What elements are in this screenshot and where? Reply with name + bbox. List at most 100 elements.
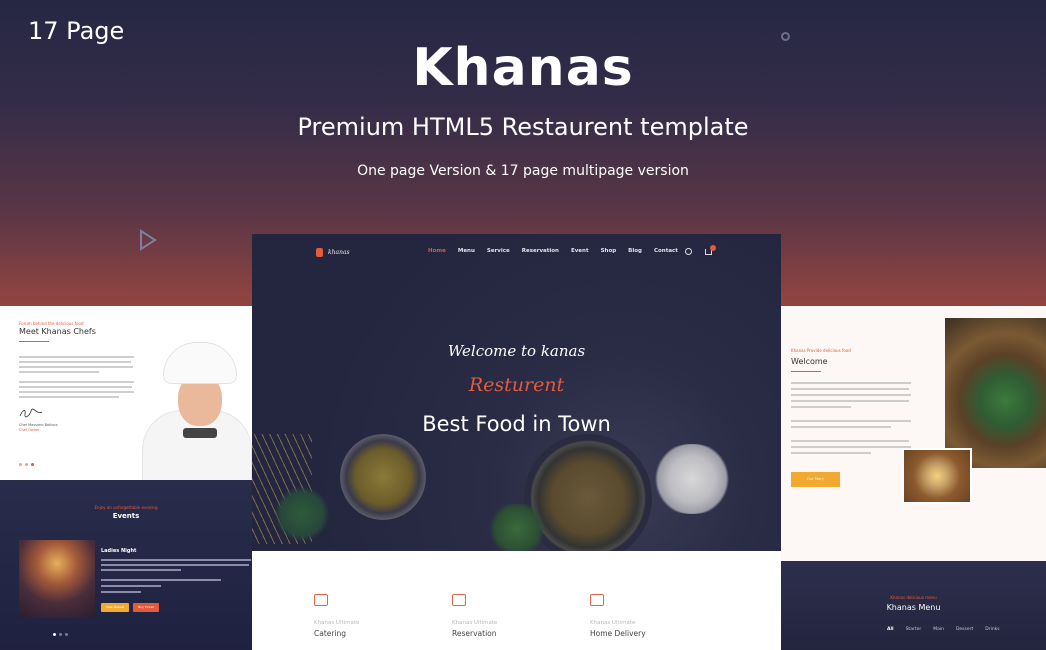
text-line [791, 394, 911, 396]
feature-home-delivery: Khanas Ultimate Home Delivery [590, 594, 690, 638]
menu-tab-drinks[interactable]: Drinks [985, 627, 999, 632]
feature-kicker: Khanas Ultimate [590, 620, 636, 626]
text-line [101, 569, 181, 571]
chefs-preview: Forum behind the delicious food Meet Kha… [0, 306, 252, 480]
nav-item-shop[interactable]: Shop [601, 248, 617, 254]
our-story-button[interactable]: Our Story [791, 472, 840, 487]
text-line [791, 388, 909, 390]
text-line [101, 585, 161, 587]
text-line [791, 382, 911, 384]
menu-title: Khanas Menu [886, 603, 941, 612]
nav-item-contact[interactable]: Contact [654, 248, 678, 254]
menu-tab-main[interactable]: Main [933, 627, 944, 632]
menu-tab-all[interactable]: All [887, 627, 894, 632]
view-details-button[interactable]: View Details [101, 603, 129, 612]
nav-item-menu[interactable]: Menu [458, 248, 475, 254]
carousel-dots[interactable] [19, 463, 34, 466]
events-title: Events [112, 512, 140, 520]
event-title: Ladies Night [101, 548, 137, 554]
text-line [791, 406, 851, 408]
chef-role: Chef Owner [19, 428, 40, 432]
food-photo [945, 318, 1046, 468]
menu-preview: Khanas delicious menu Khanas Menu All St… [781, 561, 1046, 650]
feature-title: Home Delivery [590, 629, 646, 638]
title-underline [791, 371, 821, 372]
carousel-dot-active[interactable] [53, 633, 56, 636]
page-tagline: One page Version & 17 page multipage ver… [357, 163, 689, 179]
chef-hat [163, 342, 237, 384]
leaf-image [272, 484, 332, 544]
carousel-dot[interactable] [19, 463, 22, 466]
nav-menu: Home Menu Service Reservation Event Shop… [428, 248, 678, 254]
welcome-kicker: Khanas Provide delicious food [791, 348, 851, 353]
welcome-preview: Khanas Provide delicious food Welcome Ou… [781, 306, 1046, 561]
event-photo [19, 540, 95, 618]
bowl-image [340, 434, 426, 520]
carousel-dots[interactable] [53, 633, 68, 636]
text-line [791, 446, 911, 448]
menu-tab-dessert[interactable]: Dessert [956, 627, 973, 632]
hero-welcome: Welcome to kanas [447, 342, 586, 360]
nav-item-blog[interactable]: Blog [628, 248, 642, 254]
text-line [19, 356, 134, 358]
chefs-title: Meet Khanas Chefs [19, 327, 96, 336]
top-nav: khanas Home Menu Service Reservation Eve… [252, 240, 781, 260]
carousel-dot[interactable] [65, 633, 68, 636]
main-preview: khanas Home Menu Service Reservation Eve… [252, 234, 781, 650]
logo-icon [316, 248, 323, 257]
text-line [101, 591, 141, 593]
reservation-icon [452, 594, 466, 606]
text-line [19, 396, 119, 398]
text-line [19, 381, 134, 383]
feature-kicker: Khanas Ultimate [314, 620, 360, 626]
search-icon[interactable] [685, 248, 692, 255]
welcome-title: Welcome [791, 357, 828, 366]
feature-catering: Khanas Ultimate Catering [314, 594, 414, 638]
chef-name: Chef Massimo Bottura [19, 423, 58, 427]
garlic-image [647, 444, 737, 514]
carousel-dot[interactable] [59, 633, 62, 636]
feature-kicker: Khanas Ultimate [452, 620, 498, 626]
chef-kerchief [183, 428, 217, 438]
nav-item-event[interactable]: Event [571, 248, 589, 254]
title-underline [19, 341, 49, 342]
text-line [101, 564, 249, 566]
feature-reservation: Khanas Ultimate Reservation [452, 594, 552, 638]
text-line [19, 361, 131, 363]
catering-icon [314, 594, 328, 606]
page-subtitle: Premium HTML5 Restaurent template [297, 113, 749, 141]
carousel-dot-active[interactable] [31, 463, 34, 466]
menu-tab-starter[interactable]: Starter [906, 627, 922, 632]
buy-ticket-button[interactable]: Buy Ticket [133, 603, 159, 612]
cart-badge [710, 245, 716, 251]
text-line [19, 371, 99, 373]
menu-kicker: Khanas delicious menu [890, 595, 937, 600]
events-preview: Enjoy an unforgettable evening Events La… [0, 480, 252, 650]
nav-item-service[interactable]: Service [487, 248, 510, 254]
logo[interactable]: khanas [328, 249, 350, 256]
nav-item-home[interactable]: Home [428, 248, 446, 254]
menu-tabs: All Starter Main Dessert Drinks [887, 627, 1000, 632]
carousel-dot[interactable] [25, 463, 28, 466]
text-line [791, 400, 909, 402]
chefs-kicker: Forum behind the delicious food [19, 321, 84, 326]
feature-title: Catering [314, 629, 347, 638]
feature-title: Reservation [452, 629, 497, 638]
page-title: Khanas [412, 38, 634, 98]
text-line [791, 452, 871, 454]
nav-item-reservation[interactable]: Reservation [522, 248, 559, 254]
text-line [791, 420, 911, 422]
hero-headline: Best Food in Town [422, 412, 611, 436]
text-line [101, 559, 251, 561]
leaf-image [482, 504, 552, 551]
hero-script-word: Resturent [468, 374, 565, 396]
play-icon [140, 229, 157, 251]
text-line [101, 579, 221, 581]
signature-icon [19, 408, 43, 418]
text-line [791, 440, 909, 442]
delivery-truck-icon [590, 594, 604, 606]
text-line [19, 366, 133, 368]
text-line [19, 391, 134, 393]
hero-section: khanas Home Menu Service Reservation Eve… [252, 234, 781, 551]
text-line [791, 426, 891, 428]
